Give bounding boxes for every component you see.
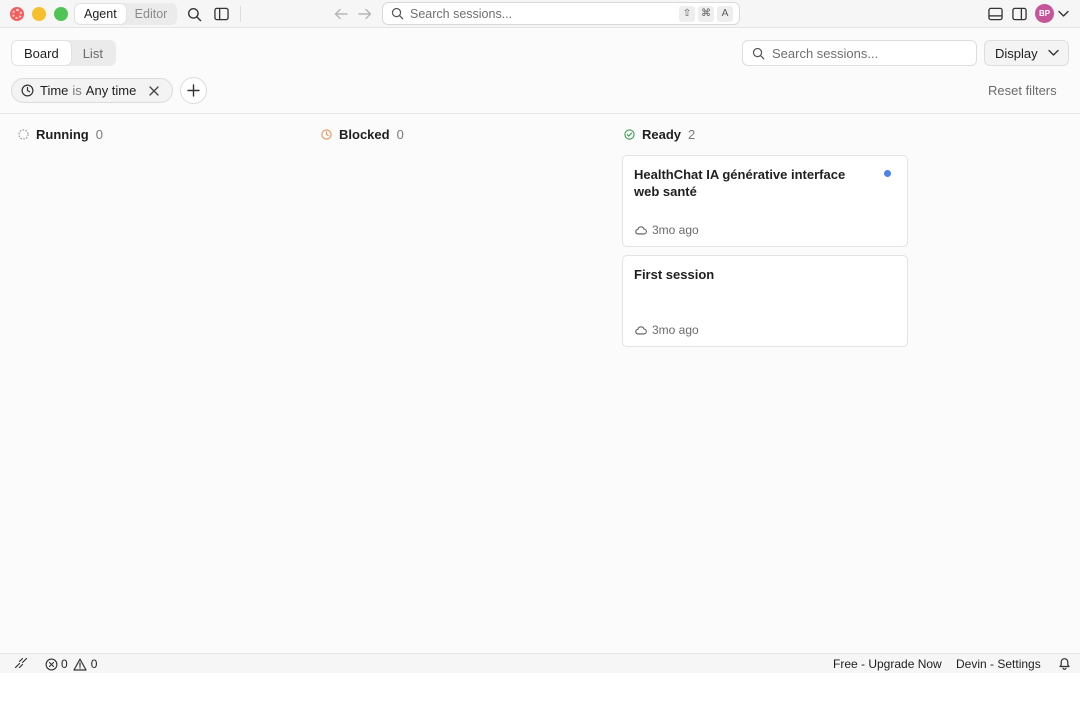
- column-ready-count: 2: [688, 127, 696, 142]
- display-button[interactable]: Display: [984, 40, 1069, 66]
- status-bar: 0 0 Free - Upgrade Now Devin - Settings: [0, 653, 1080, 673]
- column-running-count: 0: [95, 127, 103, 142]
- shift-key-hint: ⇧: [679, 5, 695, 22]
- column-ready-header: Ready 2: [624, 127, 695, 142]
- column-running-title: Running: [36, 127, 89, 142]
- column-blocked-count: 0: [396, 127, 404, 142]
- display-button-label: Display: [995, 45, 1038, 61]
- command-search-placeholder: Search sessions...: [410, 6, 513, 21]
- tab-editor[interactable]: Editor: [126, 4, 177, 24]
- title-bar: Agent Editor Search sessions... ⇧ ⌘ A BP: [0, 0, 1080, 28]
- app-window: Agent Editor Search sessions... ⇧ ⌘ A BP…: [0, 0, 1080, 673]
- minimize-window-button[interactable]: [32, 7, 46, 21]
- reset-filters-button[interactable]: Reset filters: [988, 83, 1057, 98]
- tab-board[interactable]: Board: [12, 41, 71, 65]
- session-card-meta: 3mo ago: [634, 323, 699, 337]
- back-arrow-icon[interactable]: [333, 6, 349, 22]
- command-search-input[interactable]: Search sessions... ⇧ ⌘ A: [382, 2, 740, 25]
- tab-agent[interactable]: Agent: [75, 4, 126, 24]
- column-running-header: Running 0: [18, 127, 103, 142]
- add-filter-button[interactable]: [180, 77, 207, 104]
- running-status-icon: [18, 129, 29, 140]
- time-filter-chip[interactable]: Time is Any time: [11, 78, 173, 103]
- ready-check-icon: [624, 129, 635, 140]
- warning-count: 0: [90, 657, 98, 671]
- user-avatar[interactable]: BP: [1035, 4, 1054, 23]
- search-icon: [391, 7, 404, 20]
- settings-link[interactable]: Devin - Settings: [956, 657, 1041, 671]
- upgrade-link[interactable]: Free - Upgrade Now: [833, 657, 942, 671]
- view-switcher: Board List: [11, 40, 116, 66]
- session-card-time: 3mo ago: [652, 323, 699, 337]
- a-key-hint: A: [717, 5, 733, 22]
- notifications-bell-icon[interactable]: [1058, 656, 1071, 670]
- close-window-button[interactable]: [10, 7, 24, 21]
- session-card[interactable]: First session 3mo ago: [622, 255, 908, 347]
- search-icon: [752, 47, 765, 59]
- chevron-down-icon: [1047, 49, 1059, 56]
- error-icon: [45, 658, 58, 670]
- search-icon[interactable]: [185, 5, 203, 23]
- tab-list[interactable]: List: [71, 41, 115, 65]
- bottom-panel-toggle-icon[interactable]: [986, 5, 1004, 23]
- problems-indicator[interactable]: 0 0: [45, 657, 97, 671]
- account-chevron-down-icon[interactable]: [1056, 7, 1070, 21]
- plus-icon: [187, 84, 200, 97]
- column-blocked-header: Blocked 0: [321, 127, 404, 142]
- sidebar-toggle-icon[interactable]: [212, 5, 230, 23]
- blocked-clock-icon: [321, 129, 332, 140]
- forward-arrow-icon[interactable]: [357, 6, 373, 22]
- toolbar-divider: [0, 113, 1080, 114]
- maximize-window-button[interactable]: [54, 7, 68, 21]
- toolbar-divider: [240, 6, 241, 22]
- remove-filter-close-icon[interactable]: [149, 85, 160, 96]
- session-search-input[interactable]: Search sessions...: [742, 40, 977, 66]
- error-count: 0: [61, 657, 68, 671]
- session-card-time: 3mo ago: [652, 223, 699, 237]
- filter-field: Time: [40, 83, 69, 98]
- session-card-title: HealthChat IA générative interface web s…: [634, 167, 846, 199]
- session-card-meta: 3mo ago: [634, 223, 699, 237]
- command-key-hint: ⌘: [698, 5, 714, 22]
- session-search-placeholder: Search sessions...: [772, 45, 879, 61]
- cloud-icon: [635, 325, 647, 334]
- column-ready-title: Ready: [642, 127, 682, 142]
- remote-connection-icon[interactable]: [14, 657, 28, 669]
- unread-indicator: [884, 170, 891, 177]
- cloud-icon: [635, 225, 647, 234]
- filter-operator: is: [72, 83, 82, 98]
- right-panel-toggle-icon[interactable]: [1010, 5, 1028, 23]
- session-card-title: First session: [634, 267, 715, 282]
- session-card[interactable]: HealthChat IA générative interface web s…: [622, 155, 908, 247]
- warning-icon: [73, 658, 87, 671]
- mode-switcher: Agent Editor: [74, 3, 178, 25]
- filter-value[interactable]: Any time: [86, 83, 137, 98]
- clock-icon: [21, 84, 34, 97]
- column-blocked-title: Blocked: [339, 127, 390, 142]
